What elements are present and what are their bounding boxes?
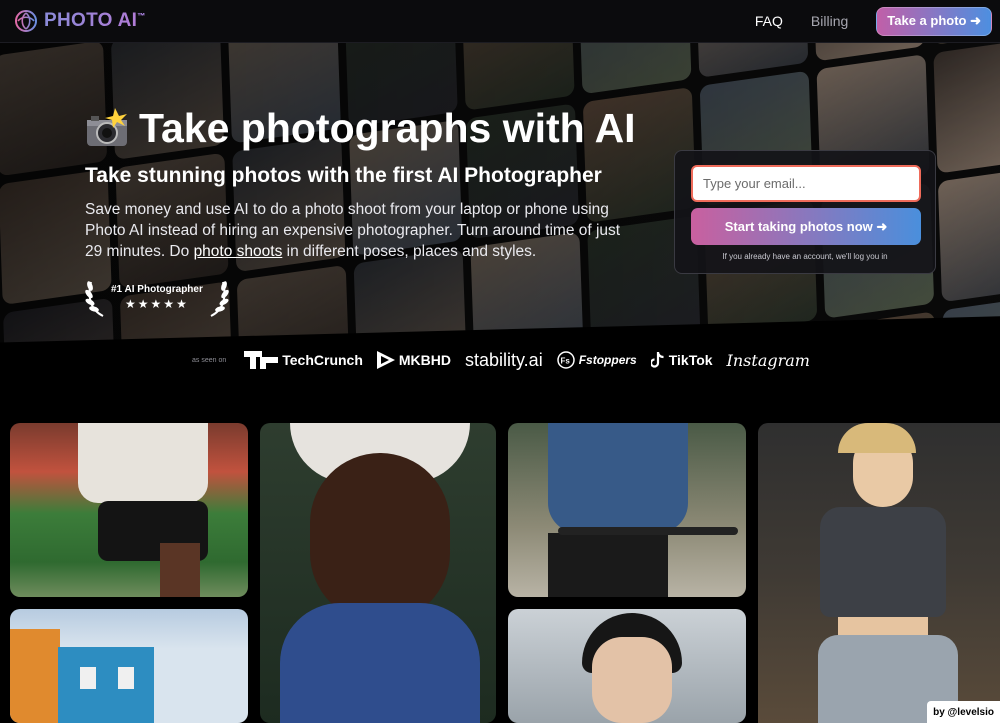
signup-card: Start taking photos now ➜ If you already… bbox=[674, 150, 936, 274]
photo-smiling-child bbox=[260, 423, 496, 723]
as-seen-on-label: as seen on bbox=[192, 356, 227, 364]
nav-links: FAQ Billing Take a photo ➜ bbox=[741, 6, 992, 36]
signup-note: If you already have an account, we'll lo… bbox=[722, 252, 888, 261]
hero-content: Take photographs with AI Take stunning p… bbox=[85, 103, 645, 318]
hero-subtitle: Take stunning photos with the first AI P… bbox=[85, 164, 602, 187]
photo-runner bbox=[10, 423, 248, 597]
logo[interactable]: PHOTO AI™ bbox=[14, 9, 146, 33]
award-title: #1 AI Photographer bbox=[111, 283, 203, 295]
take-a-photo-button[interactable]: Take a photo ➜ bbox=[876, 6, 992, 36]
tiktok-logo-icon bbox=[650, 351, 664, 368]
brand-tiktok: TikTok bbox=[650, 351, 713, 369]
start-taking-photos-button[interactable]: Start taking photos now ➜ bbox=[691, 208, 921, 245]
photo-shoots-link[interactable]: photo shoots bbox=[194, 243, 283, 260]
photo-smiling-man bbox=[508, 609, 746, 723]
brand-mkbhd: MKBHD bbox=[376, 351, 451, 369]
nav-link-faq[interactable]: FAQ bbox=[741, 13, 797, 29]
hero-description: Save money and use AI to do a photo shoo… bbox=[85, 201, 621, 260]
techcrunch-logo-icon bbox=[244, 351, 279, 369]
brand-instagram: Instagram bbox=[726, 350, 810, 370]
nav-link-billing[interactable]: Billing bbox=[797, 13, 862, 29]
credit-badge[interactable]: by @levelsio bbox=[927, 701, 1000, 723]
mkbhd-logo-icon bbox=[376, 351, 395, 369]
camera-flash-icon bbox=[85, 108, 129, 148]
hero-title: Take photographs with AI bbox=[85, 103, 645, 153]
photo-fitness-woman bbox=[758, 423, 1000, 723]
fstoppers-logo-icon: Fs bbox=[556, 351, 575, 369]
photo-cyclist bbox=[508, 423, 746, 597]
laurel-left-icon bbox=[85, 281, 104, 317]
brand-techcrunch: TechCrunch bbox=[244, 351, 363, 369]
logo-text: PHOTO AI™ bbox=[44, 10, 146, 31]
email-input[interactable] bbox=[691, 165, 921, 202]
award-stars: ★★★★★ bbox=[125, 296, 189, 311]
svg-text:Fs: Fs bbox=[560, 357, 570, 366]
hero-section: Take photographs with AI Take stunning p… bbox=[0, 43, 1000, 383]
top-nav: PHOTO AI™ FAQ Billing Take a photo ➜ bbox=[0, 0, 1000, 43]
brand-fstoppers: Fs Fstoppers bbox=[556, 351, 637, 369]
photo-building bbox=[10, 609, 248, 723]
laurel-right-icon bbox=[210, 281, 229, 317]
example-photos-grid bbox=[10, 423, 1000, 723]
award-badge: #1 AI Photographer ★★★★★ bbox=[85, 276, 645, 318]
as-seen-on-bar: as seen on TechCrunch MKBHD stability.ai… bbox=[192, 343, 810, 377]
logo-swirl-icon bbox=[15, 10, 37, 32]
brand-stability: stability.ai bbox=[465, 349, 543, 370]
